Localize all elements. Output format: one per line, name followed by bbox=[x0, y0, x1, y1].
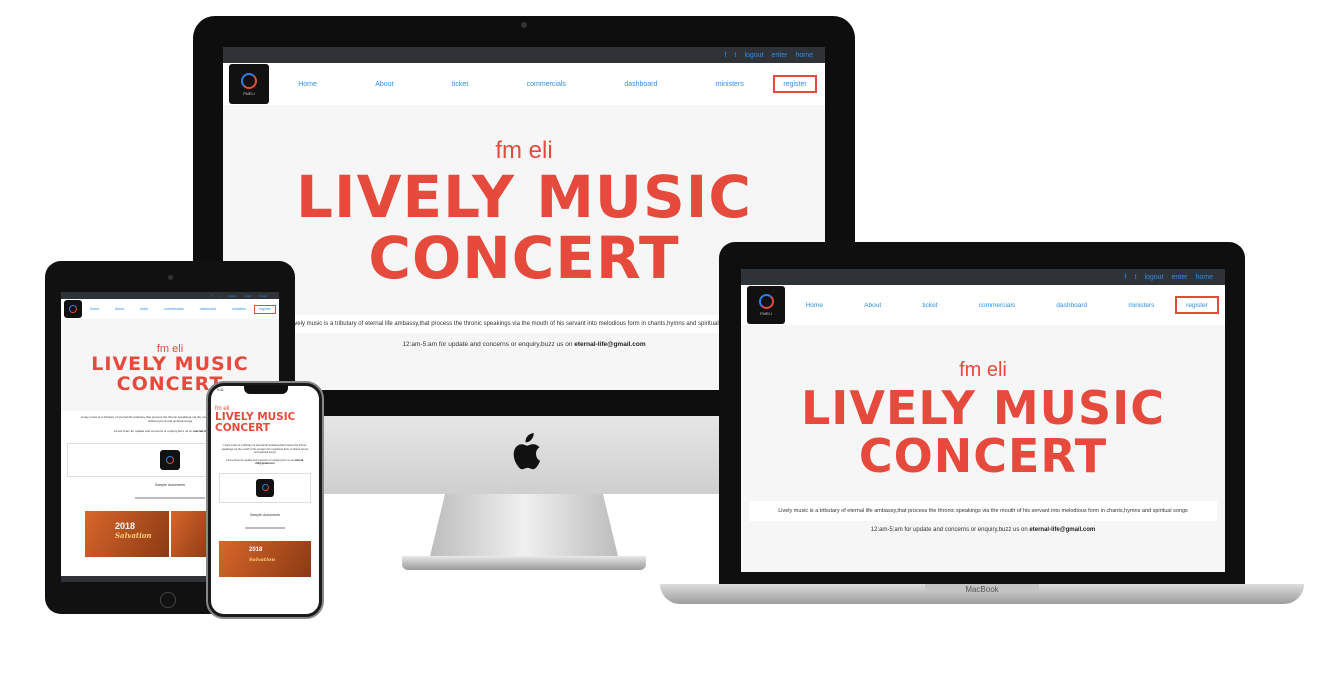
headline-line-1: LIVELY MUSIC bbox=[800, 381, 1166, 435]
site-logo[interactable]: FMELI bbox=[229, 64, 269, 104]
enter-link[interactable]: enter bbox=[1172, 274, 1188, 281]
headline-line-1: LIVELY MUSIC bbox=[91, 353, 249, 375]
nav-ticket[interactable]: ticket bbox=[452, 81, 468, 88]
logo-ring-icon bbox=[241, 72, 257, 89]
event-poster[interactable]: 2018 Salvation bbox=[85, 511, 169, 558]
facebook-icon[interactable]: f bbox=[725, 52, 727, 59]
logout-link[interactable]: logout bbox=[228, 294, 236, 298]
sample-label: Sample documents bbox=[250, 512, 280, 517]
nav-home[interactable]: Home bbox=[90, 307, 99, 311]
twitter-icon[interactable]: t bbox=[734, 52, 736, 59]
card-logo bbox=[256, 478, 274, 497]
apple-logo-icon bbox=[513, 433, 541, 470]
nav-about[interactable]: About bbox=[115, 307, 124, 311]
nav-links: Home About ticket commercials dashboard … bbox=[82, 307, 254, 311]
contact-line: 12:am-5:am for update and concerns or en… bbox=[211, 457, 319, 467]
device-mockup-stage: f t logout enter home FMELI Home About t… bbox=[0, 0, 1318, 674]
contact-prefix: 12:am-5:am for update and concerns or en… bbox=[402, 340, 575, 348]
nav-commercials[interactable]: commercials bbox=[527, 81, 566, 88]
event-poster-2[interactable] bbox=[171, 511, 211, 558]
event-poster[interactable]: 2018 Salvation bbox=[219, 540, 311, 577]
nav-ministers[interactable]: ministers bbox=[1128, 302, 1154, 309]
imac-stand bbox=[430, 494, 618, 556]
home-link[interactable]: home bbox=[1195, 274, 1213, 281]
contact-prefix: 12:am-5:am for update and concerns or en… bbox=[113, 429, 194, 434]
nav-dashboard[interactable]: dashboard bbox=[200, 307, 217, 311]
headline-line-2: CONCERT bbox=[858, 429, 1108, 484]
poster-title: Salvation bbox=[115, 531, 152, 541]
topbar: f t logout enter home bbox=[61, 292, 279, 299]
enter-link[interactable]: enter bbox=[245, 294, 252, 298]
headline-line-2: CONCERT bbox=[215, 422, 271, 435]
home-link[interactable]: home bbox=[259, 294, 267, 298]
ipad-camera bbox=[168, 275, 173, 280]
nav-ministers[interactable]: ministers bbox=[232, 307, 246, 311]
register-button[interactable]: register bbox=[1175, 296, 1219, 314]
nav-dashboard[interactable]: dashboard bbox=[1056, 302, 1087, 309]
logo-ring-icon bbox=[166, 456, 174, 465]
contact-email[interactable]: eternal-life@gmail.com bbox=[574, 341, 645, 348]
hero: fm eli LIVELY MUSIC CONCERT bbox=[211, 394, 319, 438]
brand-name: fm eli bbox=[959, 359, 1007, 381]
navbar: FMELI Home About ticket commercials dash… bbox=[741, 285, 1225, 325]
logout-link[interactable]: logout bbox=[1144, 274, 1163, 281]
site-logo[interactable]: FMELI bbox=[747, 286, 785, 324]
nav-ticket[interactable]: ticket bbox=[922, 302, 937, 309]
contact-email[interactable]: eternal-life@gmail.com bbox=[1029, 527, 1095, 533]
logo-ring-icon bbox=[261, 484, 269, 492]
home-link[interactable]: home bbox=[795, 52, 813, 59]
topbar: f t logout enter home bbox=[223, 47, 825, 63]
card-logo bbox=[160, 450, 180, 471]
ipad-home-button bbox=[160, 592, 176, 608]
imac-base bbox=[402, 556, 646, 570]
navbar: Home About ticket commercials dashboard … bbox=[61, 299, 279, 319]
poster-year: 2018 bbox=[249, 546, 263, 553]
facebook-icon[interactable]: f bbox=[1125, 274, 1127, 281]
nav-commercials[interactable]: commercials bbox=[979, 302, 1015, 309]
twitter-icon[interactable]: t bbox=[1134, 274, 1136, 281]
headline-line-1: LIVELY MUSIC bbox=[296, 163, 752, 231]
nav-about[interactable]: About bbox=[864, 302, 881, 309]
nav-links: Home About ticket commercials dashboard … bbox=[269, 81, 773, 88]
register-button[interactable]: register bbox=[773, 75, 817, 93]
logo-tag: FMELI bbox=[760, 311, 772, 316]
nav-commercials[interactable]: commercials bbox=[164, 307, 184, 311]
navbar: FMELI Home About ticket commercials dash… bbox=[223, 63, 825, 105]
nav-ministers[interactable]: ministers bbox=[716, 81, 744, 88]
enter-link[interactable]: enter bbox=[772, 52, 788, 59]
contact-prefix: 12:am-5:am for update and concerns or en… bbox=[870, 526, 1030, 533]
nav-home[interactable]: Home bbox=[806, 302, 823, 309]
brand-name: fm eli bbox=[495, 137, 553, 164]
logo-ring-icon bbox=[69, 305, 77, 313]
macbook-screen: f t logout enter home FMELI Home About t… bbox=[741, 269, 1225, 572]
nav-about[interactable]: About bbox=[375, 81, 393, 88]
nav-ticket[interactable]: ticket bbox=[140, 307, 148, 311]
contact-line: 12:am-5:am for update and concerns or en… bbox=[741, 527, 1225, 533]
site-logo[interactable] bbox=[64, 300, 82, 318]
description: Lively music is a tributary of eternal l… bbox=[211, 438, 319, 457]
poster-title: Salvation bbox=[249, 556, 276, 563]
iphone-screen: 9:41 fm eli LIVELY MUSIC CONCERT Lively … bbox=[211, 386, 319, 614]
nav-dashboard[interactable]: dashboard bbox=[624, 81, 657, 88]
register-button[interactable]: register bbox=[254, 304, 276, 314]
logout-link[interactable]: logout bbox=[744, 52, 763, 59]
imac-camera bbox=[521, 22, 527, 28]
nav-links: Home About ticket commercials dashboard … bbox=[785, 302, 1175, 309]
divider bbox=[135, 497, 205, 500]
poster-year: 2018 bbox=[115, 521, 136, 532]
logo-card bbox=[219, 472, 311, 503]
hero: fm eli LIVELY MUSIC CONCERT bbox=[741, 325, 1225, 481]
macbook-label: MacBook bbox=[965, 585, 999, 594]
logo-ring-icon bbox=[758, 294, 774, 309]
nav-home[interactable]: Home bbox=[298, 81, 317, 88]
divider bbox=[245, 526, 285, 529]
description: Lively music is a tributary of eternal l… bbox=[749, 500, 1217, 521]
facebook-icon[interactable]: f bbox=[211, 294, 212, 298]
twitter-icon[interactable]: t bbox=[220, 294, 221, 298]
topbar: f t logout enter home bbox=[741, 269, 1225, 285]
iphone-notch bbox=[244, 385, 288, 394]
logo-tag: FMELI bbox=[243, 90, 255, 96]
